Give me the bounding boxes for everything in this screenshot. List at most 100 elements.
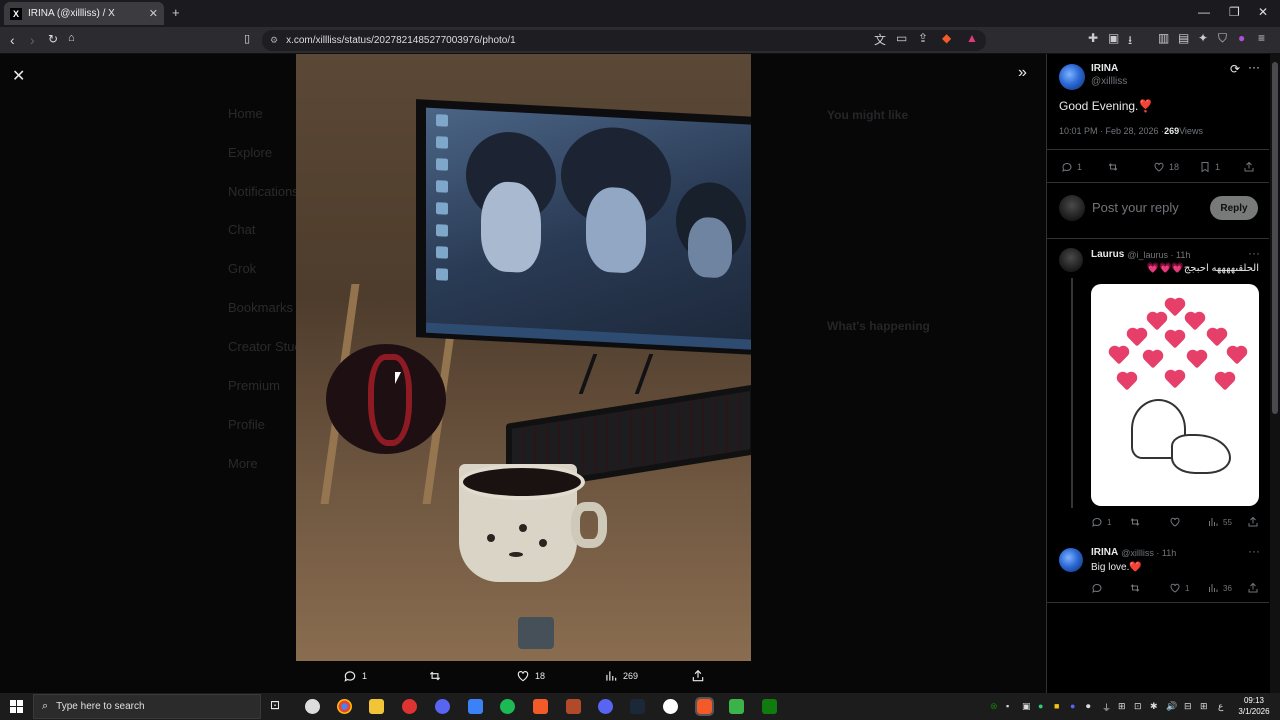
tray-icon[interactable]: ▪	[1006, 701, 1009, 711]
bluetooth-icon[interactable]: ✱	[1150, 701, 1158, 712]
author-name[interactable]: IRINA	[1091, 63, 1127, 74]
repost-button[interactable]	[1107, 161, 1123, 173]
sidebar-icon[interactable]: ▥	[1158, 31, 1169, 45]
reload-icon[interactable]: ↻	[48, 32, 58, 46]
reply-like-button[interactable]	[1169, 516, 1185, 528]
start-button[interactable]	[10, 700, 23, 713]
file-explorer-icon[interactable]	[369, 699, 384, 714]
brave-icon[interactable]	[533, 699, 548, 714]
reply-author-handle[interactable]: @xillliss · 11h	[1121, 548, 1176, 558]
tray-icon[interactable]: ●	[1070, 701, 1075, 711]
tweet-photo[interactable]	[296, 54, 751, 661]
photo-views-button[interactable]: 269	[604, 669, 638, 683]
bookmark-button[interactable]: 1	[1199, 161, 1220, 173]
tray-icon[interactable]: ⊞	[1118, 701, 1126, 712]
app-icon[interactable]	[402, 699, 417, 714]
reply-author-name[interactable]: IRINA	[1091, 547, 1118, 558]
reply-submit-button[interactable]: Reply	[1210, 196, 1258, 220]
reply-views-button[interactable]: 55	[1207, 516, 1232, 528]
brave-rewards-icon[interactable]: ▲	[966, 31, 978, 45]
new-tab-button[interactable]: +	[172, 5, 180, 20]
restore-button[interactable]: ❐	[1229, 5, 1240, 19]
leo-ai-icon[interactable]: ✦	[1198, 31, 1208, 45]
reply-input[interactable]: Post your reply	[1092, 200, 1179, 215]
menu-icon[interactable]: ≡	[1258, 31, 1265, 45]
store-icon[interactable]	[468, 699, 483, 714]
app-icon[interactable]	[663, 699, 678, 714]
close-viewer-icon[interactable]: ✕	[12, 66, 25, 86]
brave-active-icon[interactable]	[695, 697, 714, 716]
reply-like-button[interactable]: 1	[1169, 582, 1189, 594]
discord-icon[interactable]	[598, 699, 613, 714]
reply-author-handle[interactable]: @i_laurus · 11h	[1127, 250, 1190, 260]
avatar[interactable]	[1059, 248, 1083, 272]
tab-search-icon[interactable]: ▣	[1108, 31, 1119, 45]
tray-icon[interactable]: ⊡	[1134, 701, 1142, 712]
wallet-icon[interactable]: ▤	[1178, 31, 1189, 45]
reply-reply-button[interactable]: 1	[1091, 516, 1111, 528]
discord-alt-icon[interactable]	[435, 699, 450, 714]
grok-icon[interactable]: ⟳	[1230, 62, 1240, 76]
taskbar-clock[interactable]: 09:13 3/1/2026	[1234, 695, 1274, 717]
photo-share-button[interactable]	[691, 669, 710, 683]
reply-repost-button[interactable]	[1129, 582, 1145, 594]
microphone-icon[interactable]: ⏺	[1086, 701, 1091, 712]
minimize-button[interactable]: —	[1198, 5, 1210, 19]
home-icon[interactable]: ⌂	[68, 32, 75, 44]
taskbar-search[interactable]: ⌕ Type here to search	[33, 694, 261, 719]
reply-author-name[interactable]: Laurus	[1091, 249, 1124, 260]
settings-icon[interactable]	[305, 699, 320, 714]
photo-repost-button[interactable]	[428, 669, 447, 683]
reply-views-button[interactable]: 36	[1207, 582, 1232, 594]
bookmark-icon[interactable]: ▯	[244, 32, 250, 45]
translate-icon[interactable]: 文	[874, 31, 886, 48]
download-icon[interactable]: ⭳	[1128, 31, 1132, 52]
more-icon[interactable]: ···	[1248, 544, 1260, 558]
task-view-icon[interactable]: ⊡	[270, 698, 285, 713]
spotify-icon[interactable]	[500, 699, 515, 714]
reply-reply-button[interactable]	[1091, 582, 1107, 594]
steam-icon[interactable]	[630, 699, 645, 714]
scrollbar-thumb[interactable]	[1272, 62, 1278, 414]
chrome-icon[interactable]	[337, 699, 352, 714]
reply-button[interactable]: 1	[1061, 161, 1082, 173]
reply-share-button[interactable]	[1247, 516, 1263, 528]
more-icon[interactable]: ···	[1248, 60, 1260, 74]
xbox-icon[interactable]	[762, 699, 777, 714]
xbox-tray-icon[interactable]: ⊗	[990, 701, 998, 712]
tray-icon[interactable]: ●	[1038, 701, 1043, 711]
app-icon[interactable]	[566, 699, 581, 714]
app-icon[interactable]	[729, 699, 744, 714]
scrollbar[interactable]	[1270, 54, 1280, 693]
tab-close-icon[interactable]: ✕	[149, 7, 158, 20]
like-button[interactable]: 18	[1153, 161, 1179, 173]
photo-reply-button[interactable]: 1	[343, 669, 367, 683]
vpn-icon[interactable]: ⛉	[1218, 31, 1227, 46]
profile-icon[interactable]: ●	[1238, 31, 1245, 45]
forward-icon[interactable]: ›	[30, 32, 35, 48]
share-button[interactable]	[1243, 161, 1259, 173]
site-info-icon[interactable]: ⚙	[270, 35, 278, 46]
cast-icon[interactable]: ▭	[896, 31, 907, 45]
reply-share-button[interactable]	[1247, 582, 1263, 594]
tray-icon[interactable]: ■	[1054, 701, 1059, 711]
avatar[interactable]	[1059, 548, 1083, 572]
window-close-button[interactable]: ✕	[1258, 5, 1268, 19]
more-icon[interactable]: ···	[1248, 246, 1260, 260]
tray-icon[interactable]: ⊞	[1200, 701, 1208, 712]
tray-icon[interactable]: ▣	[1022, 701, 1031, 712]
brave-shield-icon[interactable]: ◆	[942, 31, 951, 45]
extensions-icon[interactable]: ✚	[1088, 31, 1098, 45]
share-icon[interactable]: ⇪	[918, 31, 928, 45]
back-icon[interactable]: ‹	[10, 32, 15, 48]
usb-icon[interactable]: ⏚	[1102, 701, 1111, 714]
author-handle[interactable]: @xillliss	[1091, 76, 1127, 87]
browser-tab[interactable]: X IRINA (@xillliss) / X ✕	[4, 2, 164, 25]
reply-image[interactable]	[1091, 284, 1259, 506]
volume-icon[interactable]: 🔊	[1166, 701, 1177, 712]
tweet-timestamp[interactable]: 10:01 PM · Feb 28, 2026 ·	[1059, 126, 1164, 136]
network-icon[interactable]: ⊟	[1184, 701, 1192, 712]
photo-like-button[interactable]: 18	[516, 669, 545, 683]
language-indicator[interactable]: ع	[1218, 701, 1223, 712]
reply-repost-button[interactable]	[1129, 516, 1145, 528]
